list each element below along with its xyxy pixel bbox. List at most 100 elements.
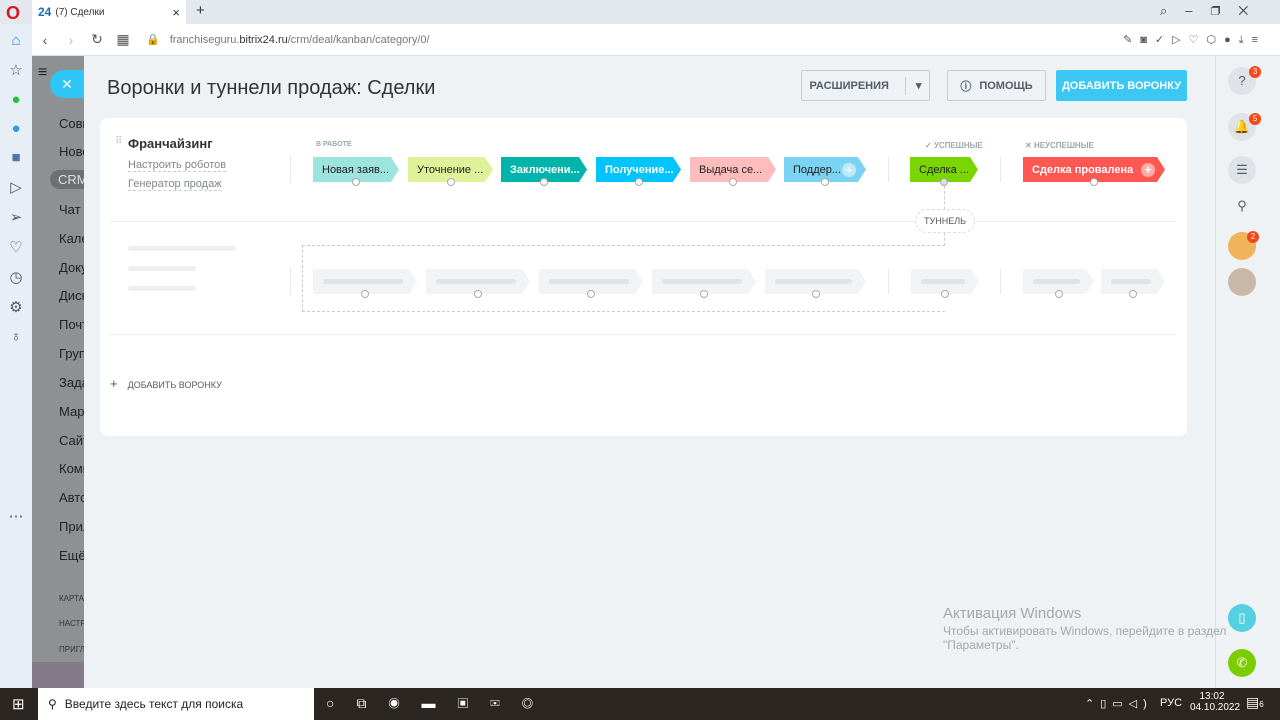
stage-connector[interactable] <box>446 178 455 186</box>
menu-item[interactable]: Мар <box>59 404 84 419</box>
group-label-in-work: В РАБОТЕ <box>316 141 352 148</box>
clock[interactable]: 13:02 04.10.2022 <box>1190 691 1240 713</box>
menu-item[interactable]: Доку <box>59 260 84 275</box>
add-funnel-button[interactable]: ДОБАВИТЬ ВОРОНКУ <box>1056 70 1187 101</box>
stage-label: Уточнение ... <box>417 163 484 176</box>
window-controls[interactable]: ⌕–❐✕ <box>1160 3 1266 19</box>
history-icon[interactable]: ◷ <box>5 268 27 286</box>
tray-icons[interactable]: ⌃▯▭◁) <box>1085 697 1153 710</box>
search-icon[interactable]: ⚲ <box>1228 192 1256 220</box>
language-indicator[interactable]: РУС <box>1160 697 1182 709</box>
reload-icon[interactable]: ↻ <box>84 31 110 48</box>
menu-item[interactable]: Ново <box>59 144 84 159</box>
menu-item[interactable]: Диск <box>59 288 84 303</box>
bulb-icon[interactable]: ♁ <box>5 328 27 345</box>
robots-link[interactable]: Настроить роботов <box>128 159 227 172</box>
stage-connector[interactable] <box>729 178 737 186</box>
send-icon[interactable]: ➢ <box>5 208 27 226</box>
more-icon[interactable]: ⋯ <box>5 507 27 525</box>
back-icon[interactable]: ‹ <box>32 32 58 48</box>
placeholder-line <box>128 286 196 291</box>
browser-tab[interactable]: 24 (7) Сделки × <box>32 0 186 24</box>
taskbar-search-input[interactable]: ⚲ Введите здесь текст для поиска <box>38 688 314 720</box>
settings-icon[interactable]: ⚙ <box>5 298 27 316</box>
menu-item-small[interactable]: НАСТР <box>59 619 84 628</box>
stage-connector[interactable] <box>352 178 360 186</box>
chevron-down-icon[interactable]: ▾ <box>904 76 921 95</box>
forward-icon[interactable]: › <box>58 32 84 48</box>
funnel-name[interactable]: Франчайзинг <box>128 136 213 151</box>
menu-item-crm[interactable]: CRM <box>50 170 84 189</box>
whatsapp-icon[interactable]: ● <box>5 91 27 108</box>
menu-item-small[interactable]: КАРТА <box>59 594 84 603</box>
menu-item[interactable]: Груп <box>59 346 84 361</box>
stage-connector[interactable] <box>540 178 548 186</box>
stage-connector <box>587 290 595 298</box>
bitrix-left-menu: ≡ Совм Ново CRM Чат и Кале Доку Диск Поч… <box>32 56 84 688</box>
stage-connector[interactable] <box>634 178 643 186</box>
menu-item[interactable]: Комп <box>59 461 84 476</box>
right-panel <box>1215 56 1280 688</box>
player-icon[interactable]: ▷ <box>5 178 27 196</box>
help-button[interactable]: ⓘ ПОМОЩЬ <box>947 70 1046 101</box>
stage-connector <box>361 290 369 298</box>
help-badge: 3 <box>1249 66 1261 78</box>
heart-icon[interactable]: ♡ <box>5 238 27 256</box>
address-bar: ‹ › ↻ ▦ 🔒 franchiseguru.bitrix24.ru/crm/dea… <box>32 24 1280 56</box>
stage-label: Поддер... <box>793 163 842 176</box>
close-tab-icon[interactable]: × <box>172 5 180 20</box>
url-input[interactable]: franchiseguru.bitrix24.ru/crm/deal/kanba… <box>170 34 430 46</box>
stage-connector[interactable] <box>940 178 948 186</box>
group-label-fail: НЕУСПЕШНЫЕ <box>1033 141 1094 150</box>
avatar[interactable] <box>1228 268 1256 296</box>
drag-handle-icon[interactable]: ⠿ <box>115 136 122 147</box>
stage-connector <box>941 290 949 298</box>
menu-icon[interactable]: ≡ <box>38 64 47 82</box>
menu-item[interactable]: Чат и <box>59 202 84 217</box>
home-icon[interactable]: ⌂ <box>5 32 27 49</box>
notifications-badge: 5 <box>1249 113 1261 125</box>
check-icon: ✓ <box>925 141 934 150</box>
generator-link[interactable]: Генератор продаж <box>128 178 222 191</box>
windows-start-icon[interactable]: ⊞ <box>12 695 25 713</box>
menu-item[interactable]: Ещё <box>59 548 84 563</box>
menu-item[interactable]: Сайт <box>59 433 84 448</box>
browser-toolbar-icons[interactable]: ✎◙✓▷♡⬡●⤓≡ <box>1123 33 1266 47</box>
menu-item[interactable]: Зада <box>59 375 84 390</box>
menu-item[interactable]: Почт <box>59 317 84 332</box>
menu-item-small[interactable]: ПРИГЛ <box>59 645 84 654</box>
menu-item[interactable]: Прил <box>59 519 84 534</box>
placeholder-line <box>128 246 236 251</box>
stage-label: Новая заяв... <box>322 163 390 176</box>
notification-center-icon[interactable]: ▤6 <box>1246 694 1264 711</box>
license-banner[interactable] <box>32 662 84 688</box>
add-funnel-link[interactable]: + ДОБАВИТЬ ВОРОНКУ <box>110 376 222 391</box>
chat-icon[interactable]: ☰ <box>1228 156 1256 184</box>
telegram-icon[interactable]: ● <box>5 120 27 137</box>
vk-icon[interactable]: ■ <box>5 149 27 166</box>
stage-connector[interactable] <box>1090 178 1098 186</box>
taskbar-apps[interactable]: ○⧉◉▬▣✉◎ <box>326 695 555 712</box>
taskbar: ⊞ ⚲ Введите здесь текст для поиска ○⧉◉▬▣✉… <box>0 688 1280 720</box>
cross-icon: ✕ <box>1025 141 1034 150</box>
stage-connector <box>1054 290 1063 298</box>
phone-app-icon[interactable]: ▯ <box>1228 604 1256 632</box>
menu-item[interactable]: Авто <box>59 490 84 505</box>
stage-connector <box>474 290 482 298</box>
bookmarks-icon[interactable]: ☆ <box>5 61 27 79</box>
tabs-grid-icon[interactable]: ▦ <box>110 31 136 48</box>
opera-logo-icon[interactable]: O <box>6 3 20 24</box>
close-slider-button[interactable]: ✕ <box>50 70 84 98</box>
lock-icon: 🔒 <box>146 34 160 46</box>
stage-connector[interactable] <box>821 178 829 186</box>
menu-item[interactable]: Совм <box>59 116 84 131</box>
new-tab-icon[interactable]: + <box>196 2 205 19</box>
tunnel-button[interactable]: ТУННЕЛЬ <box>915 209 975 233</box>
windows-activation-watermark: Активация Windows Чтобы активировать Win… <box>943 605 1227 652</box>
extensions-button[interactable]: РАСШИРЕНИЯ ▾ <box>801 70 930 101</box>
search-icon: ⚲ <box>48 697 57 711</box>
add-stage-icon[interactable]: + <box>1141 163 1155 177</box>
menu-item[interactable]: Кале <box>59 231 84 246</box>
add-stage-icon[interactable]: + <box>842 163 856 177</box>
call-icon[interactable]: ✆ <box>1228 649 1256 677</box>
